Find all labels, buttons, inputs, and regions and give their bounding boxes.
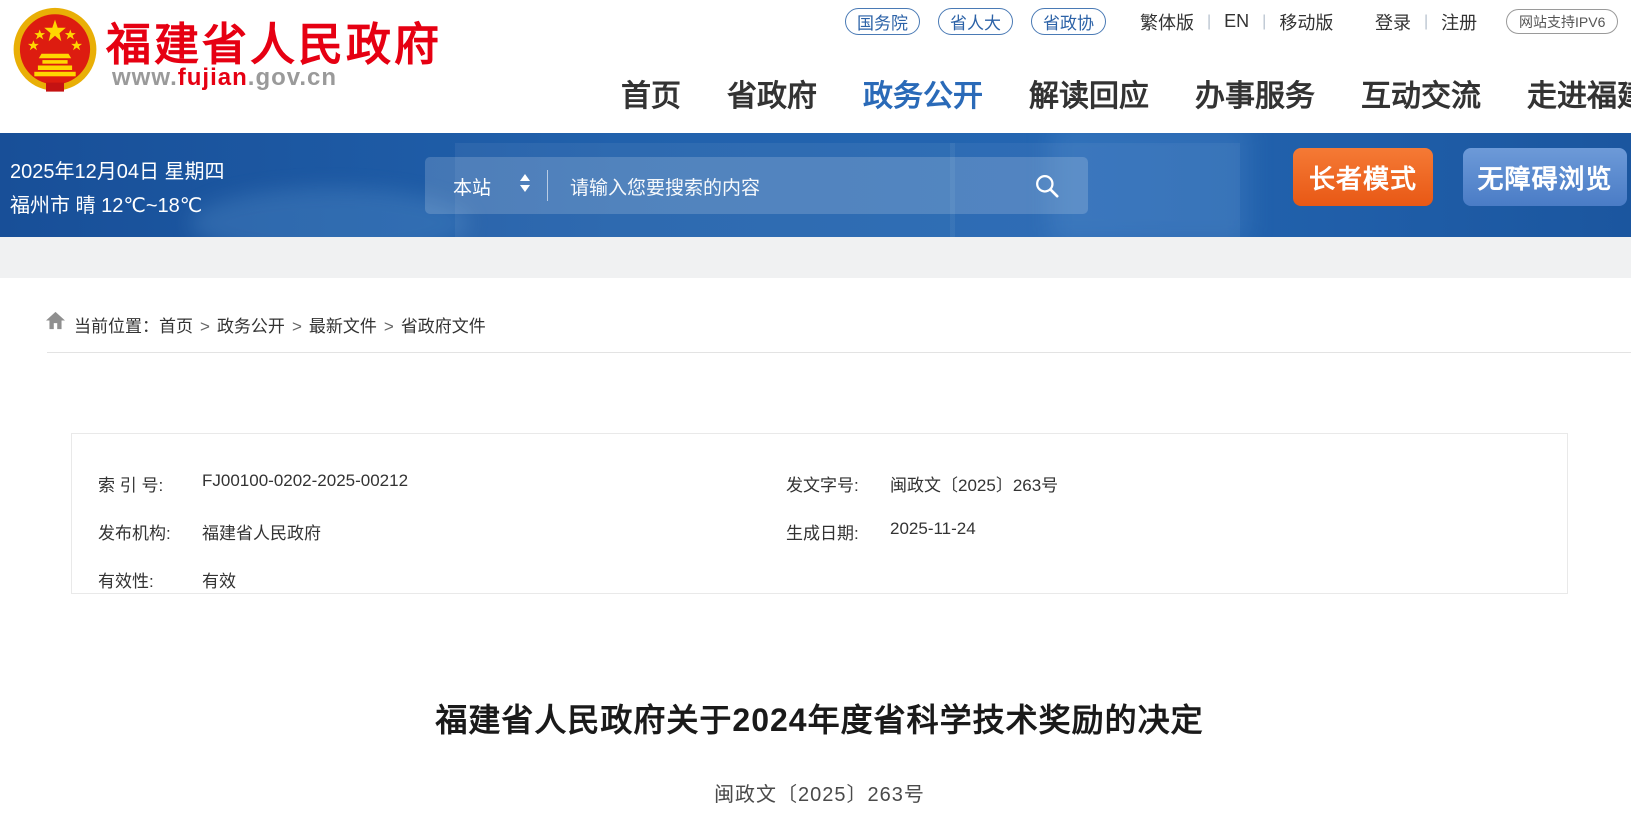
meta-row-issuing-agency: 发布机构: 福建省人民政府 [98,519,408,544]
ipv6-support-badge: 网站支持IPV6 [1506,9,1618,34]
meta-value: 福建省人民政府 [202,519,321,544]
nav-item-home[interactable]: 首页 [621,71,681,115]
scope-dropdown-arrows-icon[interactable] [520,174,532,192]
search-divider [547,170,548,201]
breadcrumb-prefix: 当前位置： [74,317,159,336]
site-url-domain: fujian [178,64,248,91]
meta-label: 发文字号: [786,471,890,496]
section-divider-strip [0,237,1631,278]
breadcrumb-provincial-documents[interactable]: 省政府文件 [401,317,486,336]
meta-row-generation-date: 生成日期: 2025-11-24 [786,519,1058,544]
breadcrumb-separator: > [292,317,302,336]
home-icon[interactable] [45,311,66,330]
document-meta-box: 索 引 号: FJ00100-0202-2025-00212 发布机构: 福建省… [71,433,1568,594]
top-header: 福建省人民政府 www.fujian.gov.cn 国务院 省人大 省政协 繁体… [0,0,1631,133]
meta-row-document-number: 发文字号: 闽政文〔2025〕263号 [786,471,1058,496]
nav-item-interaction[interactable]: 互动交流 [1361,71,1481,115]
login-link[interactable]: 登录 [1375,9,1411,35]
search-bar[interactable]: 本站 请输入您要搜索的内容 [425,157,1088,214]
nav-item-provincial-government[interactable]: 省政府 [727,71,817,115]
accessibility-button[interactable]: 无障碍浏览 [1463,148,1627,206]
site-url-www: www. [112,64,178,91]
meta-label: 发布机构: [98,519,202,544]
nav-item-government-affairs[interactable]: 政务公开 [863,71,983,115]
breadcrumb-separator: > [384,317,394,336]
meta-value: 有效 [202,567,236,592]
separator: | [1207,13,1211,31]
link-state-council[interactable]: 国务院 [845,8,920,35]
link-provincial-congress[interactable]: 省人大 [938,8,1013,35]
search-scope-select[interactable]: 本站 [453,173,491,200]
site-url: www.fujian.gov.cn [112,64,337,92]
separator: | [1424,13,1428,31]
search-icon[interactable] [1033,172,1060,199]
gov-quick-links: 国务院 省人大 省政协 [845,8,1106,35]
search-input[interactable]: 请输入您要搜索的内容 [570,173,760,200]
meta-label: 有效性: [98,567,202,592]
link-english[interactable]: EN [1224,11,1249,32]
page: 福建省人民政府 www.fujian.gov.cn 国务院 省人大 省政协 繁体… [0,0,1631,815]
document-number: 闽政文〔2025〕263号 [71,778,1568,807]
meta-value: FJ00100-0202-2025-00212 [202,471,408,496]
meta-column-left: 索 引 号: FJ00100-0202-2025-00212 发布机构: 福建省… [98,471,408,615]
nav-item-interpretation[interactable]: 解读回应 [1029,71,1149,115]
auth-links: 登录 | 注册 [1375,8,1477,35]
meta-row-index-number: 索 引 号: FJ00100-0202-2025-00212 [98,471,408,496]
breadcrumb: 当前位置：首页 > 政务公开 > 最新文件 > 省政府文件 [74,312,486,337]
document-title: 福建省人民政府关于2024年度省科学技术奖励的决定 [71,695,1568,741]
register-link[interactable]: 注册 [1441,9,1477,35]
breadcrumb-latest-documents[interactable]: 最新文件 [309,317,377,336]
meta-label: 生成日期: [786,519,890,544]
weather-info: 福州市 晴 12℃~18℃ [10,189,202,218]
breadcrumb-government-affairs[interactable]: 政务公开 [217,317,285,336]
main-nav: 首页 省政府 政务公开 解读回应 办事服务 互动交流 走进福建 [621,71,1631,115]
site-url-suffix: .gov.cn [248,64,337,91]
meta-value: 闽政文〔2025〕263号 [890,471,1058,496]
language-links: 繁体版 | EN | 移动版 [1140,8,1333,35]
banner: 2025年12月04日 星期四 福州市 晴 12℃~18℃ 本站 请输入您要搜索… [0,133,1631,237]
meta-value: 2025-11-24 [890,519,976,544]
nav-item-services[interactable]: 办事服务 [1195,71,1315,115]
meta-row-validity: 有效性: 有效 [98,567,408,592]
separator: | [1262,13,1266,31]
nav-item-about-fujian[interactable]: 走进福建 [1527,71,1631,115]
current-date: 2025年12月04日 星期四 [10,155,225,184]
meta-label: 索 引 号: [98,471,202,496]
breadcrumb-home[interactable]: 首页 [159,317,193,336]
link-mobile-version[interactable]: 移动版 [1279,9,1333,35]
meta-column-right: 发文字号: 闽政文〔2025〕263号 生成日期: 2025-11-24 [786,471,1058,567]
national-emblem-logo [10,6,100,98]
horizontal-rule [47,352,1631,353]
link-traditional-chinese[interactable]: 繁体版 [1140,9,1194,35]
breadcrumb-separator: > [200,317,210,336]
link-provincial-cppcc[interactable]: 省政协 [1031,8,1106,35]
elder-mode-button[interactable]: 长者模式 [1293,148,1433,206]
